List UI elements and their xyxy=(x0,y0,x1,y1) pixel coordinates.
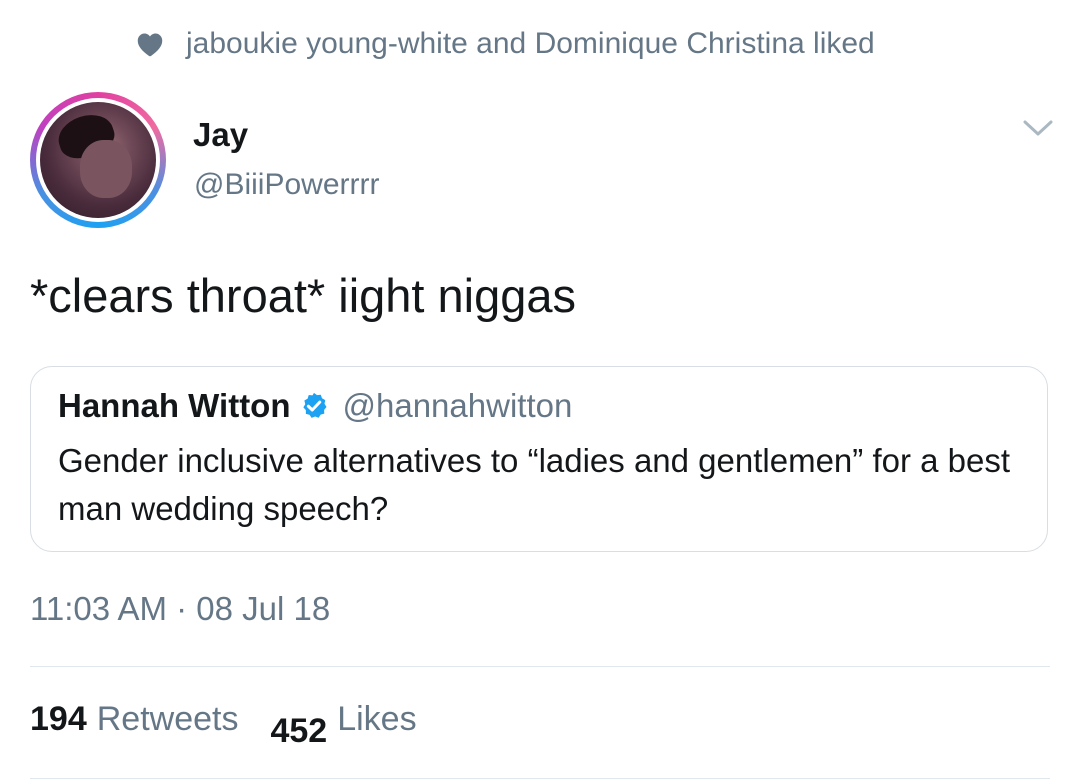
likes-stat[interactable]: 452 Likes xyxy=(270,700,417,750)
heart-icon xyxy=(137,33,163,57)
avatar-ring-inner xyxy=(36,98,160,222)
author-handle[interactable]: @BiiiPowerrrr xyxy=(194,168,379,202)
quoted-author-handle: @hannahwitton xyxy=(342,387,573,424)
social-context[interactable]: jaboukie young-white and Dominique Chris… xyxy=(136,22,875,66)
tweet-timestamp[interactable]: 11:03 AM · 08 Jul 18 xyxy=(30,590,330,628)
tweet-text: *clears throat* iight niggas xyxy=(30,269,577,322)
tweet-stats: 194 Retweets 452 Likes xyxy=(30,700,417,750)
chevron-down-icon[interactable] xyxy=(1021,116,1055,140)
likes-count: 452 xyxy=(270,712,328,750)
quoted-tweet-card[interactable]: Hannah Witton @hannahwitton Gender inclu… xyxy=(30,366,1048,552)
divider xyxy=(30,778,1050,779)
retweets-count: 194 xyxy=(30,700,87,738)
retweets-stat[interactable]: 194 Retweets xyxy=(30,700,238,739)
likes-label: Likes xyxy=(337,700,417,738)
quoted-tweet-header: Hannah Witton @hannahwitton xyxy=(58,387,572,425)
quoted-tweet-text: Gender inclusive alternatives to “ladies… xyxy=(58,442,1011,527)
verified-badge-icon xyxy=(302,392,326,418)
quoted-author-name: Hannah Witton xyxy=(58,387,291,424)
divider xyxy=(30,666,1050,667)
avatar[interactable] xyxy=(30,92,166,228)
author-display-name[interactable]: Jay xyxy=(193,116,248,154)
avatar-photo xyxy=(40,102,156,218)
social-context-text: jaboukie young-white and Dominique Chris… xyxy=(186,27,875,60)
retweets-label: Retweets xyxy=(96,700,239,738)
